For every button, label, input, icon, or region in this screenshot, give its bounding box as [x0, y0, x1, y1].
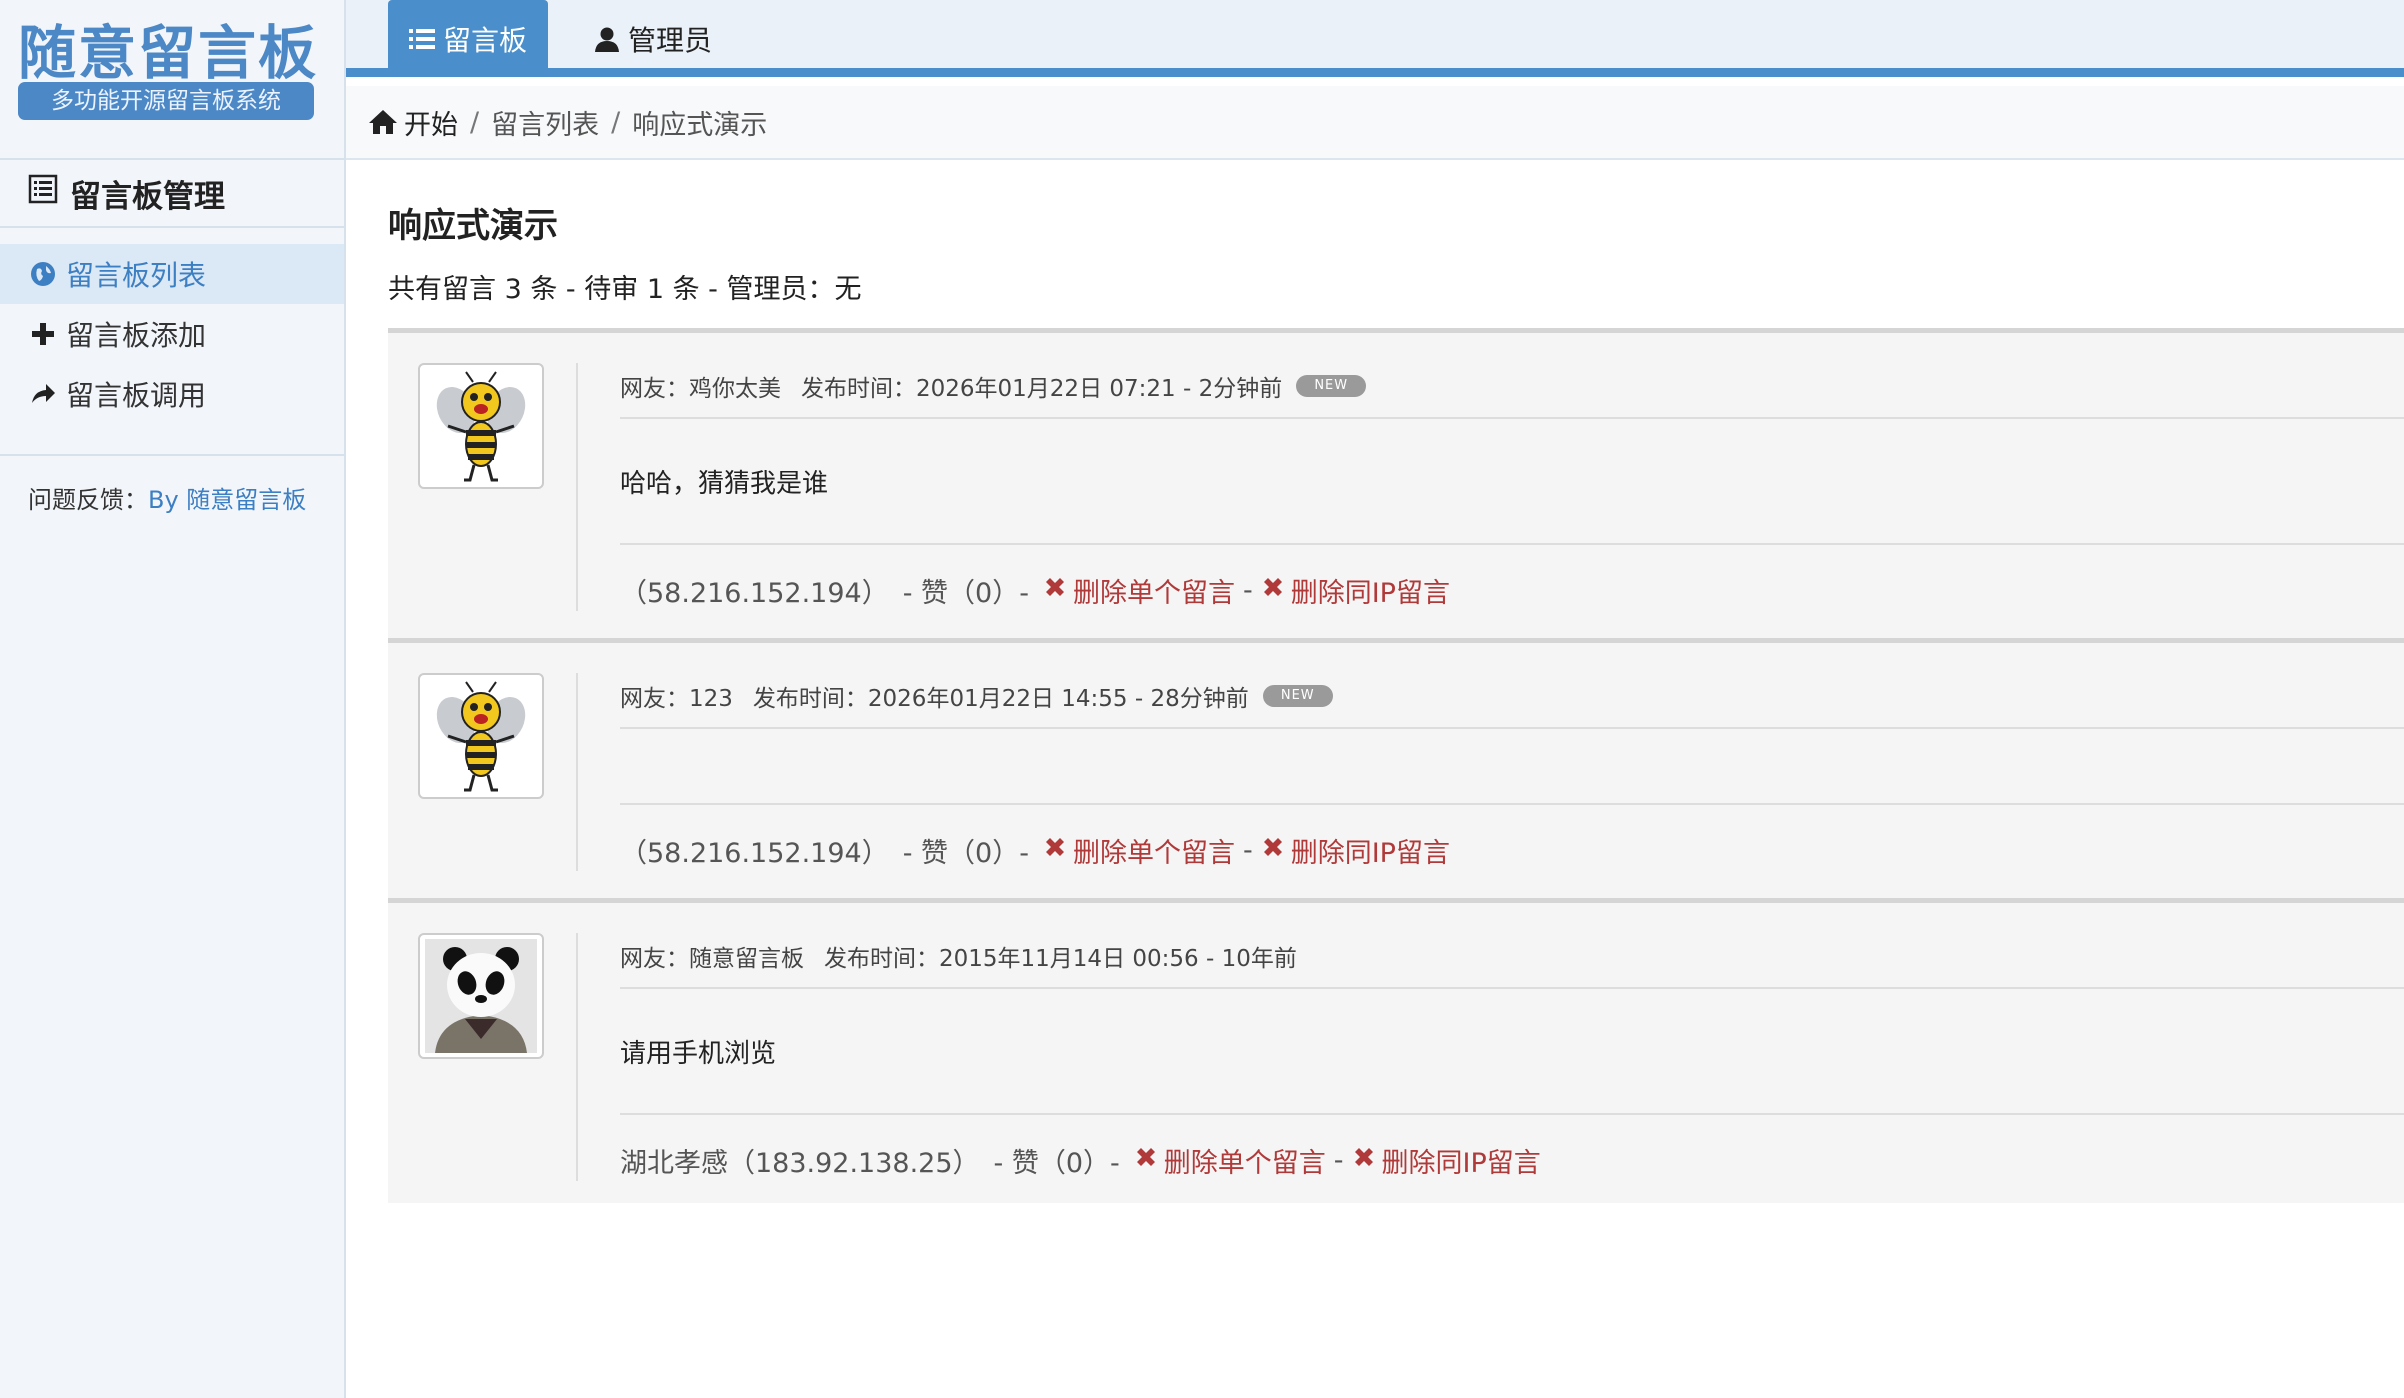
delete-single-label: 删除单个留言 — [1163, 1148, 1326, 1179]
home-icon — [368, 109, 398, 135]
sidebar-item-label: 留言板列表 — [66, 259, 207, 292]
message-header: 网友：随意留言板 发布时间：2015年11月14日 00:56 - 10年前 — [620, 939, 1297, 973]
message-time: 发布时间：2015年11月14日 00:56 - 10年前 — [824, 946, 1297, 972]
sidebar-item-add[interactable]: 留言板添加 — [0, 304, 344, 364]
delete-by-ip-button[interactable]: 删除同IP留言 — [1261, 831, 1450, 870]
divider — [576, 363, 578, 611]
tab-label: 管理员 — [628, 23, 713, 57]
delete-by-ip-label: 删除同IP留言 — [1290, 838, 1450, 869]
list-icon — [408, 28, 435, 50]
delete-single-button[interactable]: 删除单个留言 — [1043, 831, 1235, 870]
breadcrumb-home-label: 开始 — [404, 109, 458, 141]
message-body: 请用手机浏览 — [620, 1039, 777, 1069]
breadcrumb-separator: / — [470, 106, 480, 138]
divider — [620, 1113, 2404, 1115]
close-icon — [1261, 835, 1285, 866]
tab-label: 留言板 — [442, 23, 527, 57]
message-footer: （58.216.152.194） - 赞（0）- 删除单个留言 - 删除同IP留… — [620, 571, 1450, 610]
top-nav: 留言板 管理员 — [346, 0, 2404, 77]
divider — [620, 803, 2404, 805]
delete-single-label: 删除单个留言 — [1072, 578, 1235, 609]
message-header: 网友：123 发布时间：2026年01月22日 14:55 - 28分钟前 NE… — [620, 679, 1333, 713]
message-header: 网友：鸡你太美 发布时间：2026年01月22日 07:21 - 2分钟前 NE… — [620, 369, 1367, 403]
close-icon — [1352, 1145, 1376, 1176]
message-location-ip: （58.216.152.194） — [620, 578, 889, 609]
user-icon — [594, 26, 620, 52]
brand-subtitle: 多功能开源留言板系统 — [18, 82, 314, 120]
brand-logo[interactable]: 随意留言板 多功能开源留言板系统 — [0, 0, 344, 158]
divider — [620, 543, 2404, 545]
message-footer: 湖北孝感（183.92.138.25） - 赞（0）- 删除单个留言 - 删除同… — [620, 1141, 1541, 1180]
close-icon — [1043, 575, 1067, 606]
bee-avatar-icon — [436, 681, 526, 792]
delete-single-button[interactable]: 删除单个留言 — [1043, 571, 1235, 610]
divider — [620, 417, 2404, 419]
main-content: 响应式演示 共有留言 3 条 - 待审 1 条 - 管理员：无 网友：鸡你太美 … — [388, 160, 2404, 1203]
message-item: 网友：随意留言板 发布时间：2015年11月14日 00:56 - 10年前 请… — [388, 898, 2404, 1203]
tab-admin[interactable]: 管理员 — [594, 0, 712, 77]
close-icon — [1043, 835, 1067, 866]
share-arrow-icon — [28, 383, 58, 405]
close-icon — [1134, 1145, 1158, 1176]
breadcrumb-home[interactable]: 开始 — [368, 103, 458, 142]
avatar — [418, 673, 544, 799]
delete-by-ip-button[interactable]: 删除同IP留言 — [1261, 571, 1450, 610]
feedback-link[interactable]: By 随意留言板 — [148, 486, 306, 514]
message-body: 哈哈，猜猜我是谁 — [620, 469, 829, 499]
delete-by-ip-label: 删除同IP留言 — [1381, 1148, 1541, 1179]
divider — [620, 727, 2404, 729]
message-time: 发布时间：2026年01月22日 07:21 - 2分钟前 — [801, 376, 1283, 402]
breadcrumb-current: 响应式演示 — [632, 109, 768, 141]
feedback-label: 问题反馈： — [28, 486, 148, 514]
delete-by-ip-button[interactable]: 删除同IP留言 — [1352, 1141, 1541, 1180]
sidebar-header-label: 留言板管理 — [70, 178, 225, 215]
sidebar-menu: 留言板列表 留言板添加 留言板调用 — [0, 228, 344, 424]
new-badge: NEW — [1296, 375, 1367, 397]
sidebar-item-label: 留言板调用 — [66, 379, 207, 412]
avatar — [418, 363, 544, 489]
message-footer: （58.216.152.194） - 赞（0）- 删除单个留言 - 删除同IP留… — [620, 831, 1450, 870]
message-time: 发布时间：2026年01月22日 14:55 - 28分钟前 — [752, 686, 1249, 712]
delete-by-ip-label: 删除同IP留言 — [1290, 578, 1450, 609]
like-count[interactable]: - 赞（0）- — [994, 1141, 1120, 1180]
sidebar-item-label: 留言板添加 — [66, 319, 207, 352]
separator-dash: - — [1242, 575, 1253, 606]
message-author: 网友：鸡你太美 — [620, 376, 781, 402]
breadcrumb-level1[interactable]: 留言列表 — [491, 103, 599, 142]
sidebar-item-embed[interactable]: 留言板调用 — [0, 364, 344, 424]
tab-guestbook[interactable]: 留言板 — [388, 0, 548, 77]
message-author: 网友：123 — [620, 686, 733, 712]
brand-title: 随意留言板 — [18, 19, 319, 87]
message-item: 网友：123 发布时间：2026年01月22日 14:55 - 28分钟前 NE… — [388, 638, 2404, 898]
plus-icon — [28, 322, 58, 346]
divider — [620, 987, 2404, 989]
close-icon — [1261, 575, 1285, 606]
panda-avatar-icon — [425, 939, 537, 1053]
message-author: 网友：随意留言板 — [620, 946, 804, 972]
like-count[interactable]: - 赞（0）- — [903, 831, 1029, 870]
message-item: 网友：鸡你太美 发布时间：2026年01月22日 07:21 - 2分钟前 NE… — [388, 328, 2404, 638]
sidebar-header: 留言板管理 — [0, 158, 344, 228]
document-list-icon — [28, 174, 58, 212]
delete-single-label: 删除单个留言 — [1072, 838, 1235, 869]
globe-icon — [28, 261, 58, 287]
message-summary: 共有留言 3 条 - 待审 1 条 - 管理员：无 — [388, 274, 862, 305]
sidebar-item-list[interactable]: 留言板列表 — [0, 244, 344, 304]
message-location-ip: 湖北孝感（183.92.138.25） — [620, 1148, 980, 1179]
divider — [576, 673, 578, 871]
separator-dash: - — [1242, 835, 1253, 866]
page-title: 响应式演示 — [388, 206, 558, 246]
feedback-line: 问题反馈：By 随意留言板 — [0, 454, 344, 515]
avatar — [418, 933, 544, 1059]
bee-avatar-icon — [436, 371, 526, 482]
sidebar: 随意留言板 多功能开源留言板系统 留言板管理 留言板列表 留言板添加 留言板调用 — [0, 0, 346, 1398]
like-count[interactable]: - 赞（0）- — [903, 571, 1029, 610]
separator-dash: - — [1333, 1145, 1344, 1176]
breadcrumb-separator: / — [611, 106, 621, 138]
breadcrumb: 开始 / 留言列表 / 响应式演示 — [346, 86, 2404, 160]
delete-single-button[interactable]: 删除单个留言 — [1134, 1141, 1326, 1180]
new-badge: NEW — [1262, 685, 1333, 707]
message-location-ip: （58.216.152.194） — [620, 838, 889, 869]
divider — [576, 933, 578, 1181]
